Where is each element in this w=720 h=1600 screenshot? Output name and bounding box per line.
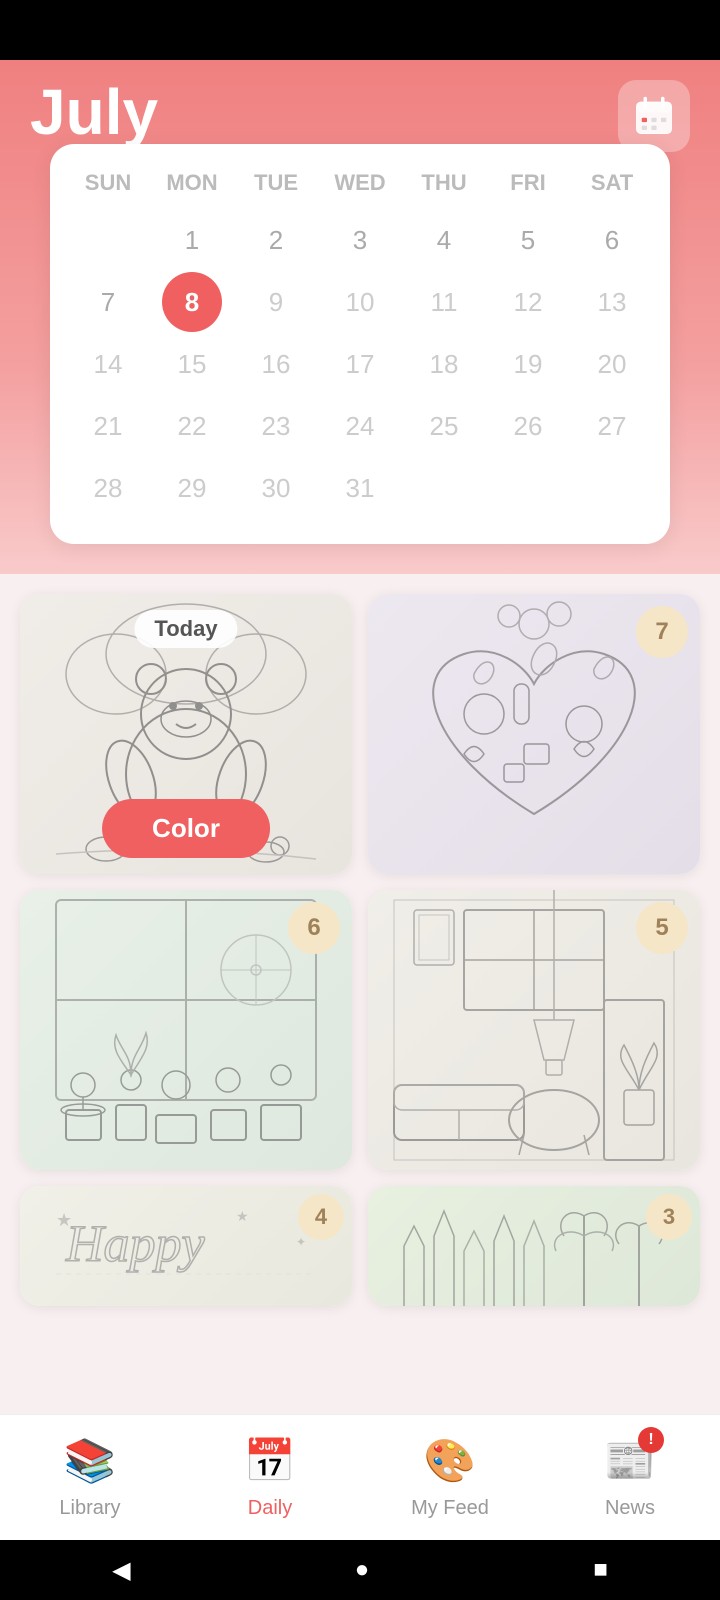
bottom-navigation: 📚 Library 📅 Daily 🎨 My Feed 📰 ! News xyxy=(0,1414,720,1540)
cal-cell-1[interactable]: 1 xyxy=(162,210,222,270)
svg-text:✦: ✦ xyxy=(296,1235,306,1249)
card-7-image: 7 xyxy=(368,594,700,874)
cal-cell-22[interactable]: 22 xyxy=(162,396,222,456)
cal-cell-10[interactable]: 10 xyxy=(330,272,390,332)
cal-cell-18[interactable]: 18 xyxy=(414,334,474,394)
day-badge-3: 3 xyxy=(646,1194,692,1240)
today-badge: Today xyxy=(134,610,237,648)
cal-cell-13[interactable]: 13 xyxy=(582,272,642,332)
news-icon: 📰 ! xyxy=(600,1431,660,1491)
card-day-5[interactable]: 5 xyxy=(368,890,700,1170)
cal-cell-27[interactable]: 27 xyxy=(582,396,642,456)
card-day-4[interactable]: Happy ★ ★ ✦ 4 xyxy=(20,1186,352,1306)
library-icon: 📚 xyxy=(60,1431,120,1491)
cal-cell-24[interactable]: 24 xyxy=(330,396,390,456)
cal-cell-17[interactable]: 17 xyxy=(330,334,390,394)
calendar-grid: SUN MON TUE WED THU FRI SAT 1 2 3 4 5 6 … xyxy=(66,164,654,518)
cal-cell-25[interactable]: 25 xyxy=(414,396,474,456)
calendar-card: SUN MON TUE WED THU FRI SAT 1 2 3 4 5 6 … xyxy=(50,144,670,544)
day-badge-7: 7 xyxy=(636,606,688,658)
cal-header-mon: MON xyxy=(150,164,234,202)
cal-header-tue: TUE xyxy=(234,164,318,202)
card-day-3[interactable]: 3 xyxy=(368,1186,700,1306)
cal-cell-12[interactable]: 12 xyxy=(498,272,558,332)
calendar-header-row: SUN MON TUE WED THU FRI SAT xyxy=(66,164,654,202)
calendar-icon-button[interactable] xyxy=(618,80,690,152)
cal-header-sun: SUN xyxy=(66,164,150,202)
card-today[interactable]: Today Color xyxy=(20,594,352,874)
daily-icon: 📅 xyxy=(240,1431,300,1491)
cal-cell-14[interactable]: 14 xyxy=(78,334,138,394)
nav-library[interactable]: 📚 Library xyxy=(0,1431,180,1520)
news-badge: ! xyxy=(638,1427,664,1453)
status-bar xyxy=(0,0,720,60)
news-label: News xyxy=(605,1497,655,1520)
android-navigation-bar: ◀ ● ■ xyxy=(0,1540,720,1600)
cal-cell-empty-1 xyxy=(78,210,138,270)
cal-cell-empty-3 xyxy=(498,458,558,518)
cal-cell-19[interactable]: 19 xyxy=(498,334,558,394)
card-5-image: 5 xyxy=(368,890,700,1170)
cal-cell-15[interactable]: 15 xyxy=(162,334,222,394)
nav-myfeed[interactable]: 🎨 My Feed xyxy=(360,1431,540,1520)
day-badge-6: 6 xyxy=(288,902,340,954)
day-badge-5: 5 xyxy=(636,902,688,954)
month-title: July xyxy=(30,80,690,144)
cal-cell-6[interactable]: 6 xyxy=(582,210,642,270)
cal-cell-16[interactable]: 16 xyxy=(246,334,306,394)
android-home-button[interactable]: ● xyxy=(355,1556,370,1584)
cal-cell-5[interactable]: 5 xyxy=(498,210,558,270)
cal-cell-8-today[interactable]: 8 xyxy=(162,272,222,332)
cal-cell-30[interactable]: 30 xyxy=(246,458,306,518)
cal-cell-23[interactable]: 23 xyxy=(246,396,306,456)
card-day-7[interactable]: 7 xyxy=(368,594,700,874)
cal-cell-26[interactable]: 26 xyxy=(498,396,558,456)
daily-label: Daily xyxy=(248,1497,292,1520)
svg-text:Happy: Happy xyxy=(65,1216,206,1273)
svg-text:★: ★ xyxy=(56,1210,72,1230)
cal-cell-7[interactable]: 7 xyxy=(78,272,138,332)
android-back-button[interactable]: ◀ xyxy=(112,1556,130,1585)
cal-cell-20[interactable]: 20 xyxy=(582,334,642,394)
cal-row-4: 21 22 23 24 25 26 27 xyxy=(66,396,654,456)
cal-row-5: 28 29 30 31 xyxy=(66,458,654,518)
card-day-6[interactable]: 6 xyxy=(20,890,352,1170)
cal-header-fri: FRI xyxy=(486,164,570,202)
cal-cell-empty-4 xyxy=(582,458,642,518)
library-label: Library xyxy=(59,1497,120,1520)
cal-row-3: 14 15 16 17 18 19 20 xyxy=(66,334,654,394)
android-recents-button[interactable]: ■ xyxy=(593,1556,608,1584)
cal-row-2: 7 8 9 10 11 12 13 xyxy=(66,272,654,332)
cal-header-wed: WED xyxy=(318,164,402,202)
cal-cell-9[interactable]: 9 xyxy=(246,272,306,332)
card-6-image: 6 xyxy=(20,890,352,1170)
cal-cell-empty-2 xyxy=(414,458,474,518)
main-content: Today Color xyxy=(0,574,720,1486)
nav-news[interactable]: 📰 ! News xyxy=(540,1431,720,1520)
cal-cell-3[interactable]: 3 xyxy=(330,210,390,270)
cal-header-sat: SAT xyxy=(570,164,654,202)
myfeed-icon: 🎨 xyxy=(420,1431,480,1491)
color-button[interactable]: Color xyxy=(102,799,270,858)
cal-row-1: 1 2 3 4 5 6 xyxy=(66,210,654,270)
cal-cell-11[interactable]: 11 xyxy=(414,272,474,332)
cal-cell-28[interactable]: 28 xyxy=(78,458,138,518)
day-badge-4: 4 xyxy=(298,1194,344,1240)
myfeed-label: My Feed xyxy=(411,1497,489,1520)
cal-cell-29[interactable]: 29 xyxy=(162,458,222,518)
cal-cell-4[interactable]: 4 xyxy=(414,210,474,270)
cal-cell-2[interactable]: 2 xyxy=(246,210,306,270)
cal-cell-31[interactable]: 31 xyxy=(330,458,390,518)
cal-cell-21[interactable]: 21 xyxy=(78,396,138,456)
cal-header-thu: THU xyxy=(402,164,486,202)
svg-text:★: ★ xyxy=(236,1208,249,1224)
card-today-image: Today Color xyxy=(20,594,352,874)
nav-daily[interactable]: 📅 Daily xyxy=(180,1431,360,1520)
header-section: July SUN MON TUE WED THU FRI SAT xyxy=(0,60,720,574)
daily-cards-grid: Today Color xyxy=(20,594,700,1170)
